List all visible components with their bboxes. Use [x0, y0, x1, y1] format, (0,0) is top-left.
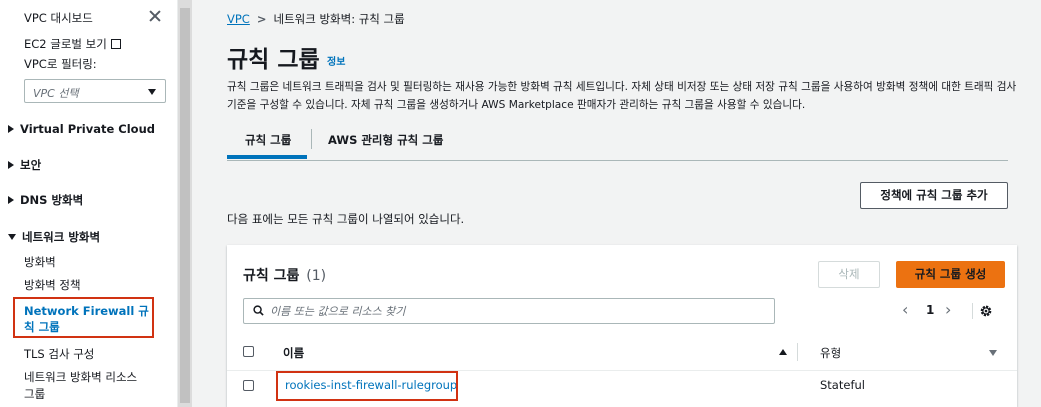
section-label: 네트워크 방화벽 [22, 230, 101, 244]
close-icon[interactable] [148, 9, 162, 23]
chevron-right-icon: > [256, 12, 267, 26]
expand-right-icon [8, 125, 14, 133]
sidebar-section-security[interactable]: 보안 [8, 157, 41, 173]
expand-down-icon [8, 234, 16, 240]
sidebar-item-ec2-global-view[interactable]: EC2 글로벌 보기 [24, 36, 121, 52]
gear-icon[interactable] [979, 304, 993, 318]
section-label: DNS 방화벽 [20, 193, 84, 207]
rule-groups-panel: 규칙 그룹 (1) 삭제 규칙 그룹 생성 ‹ 1 › 이름 유형 rookie… [227, 245, 1017, 407]
panel-title-text: 규칙 그룹 [243, 268, 300, 284]
sidebar: VPC 대시보드 EC2 글로벌 보기 VPC로 필터링: VPC 선택 Vir… [0, 0, 178, 407]
breadcrumb: VPC > 네트워크 방화벽: 규칙 그룹 [227, 11, 405, 27]
vpc-select-placeholder: VPC 선택 [33, 87, 79, 100]
page-number[interactable]: 1 [926, 303, 934, 317]
breadcrumb-link-vpc[interactable]: VPC [227, 12, 250, 26]
breadcrumb-current: 네트워크 방화벽: 규칙 그룹 [273, 12, 405, 26]
search-field[interactable] [243, 298, 775, 324]
sort-ascending-icon[interactable] [779, 349, 787, 355]
tab-divider [311, 129, 312, 149]
scrollbar-thumb[interactable] [180, 8, 190, 403]
sidebar-item-firewalls[interactable]: 방화벽 [24, 254, 56, 270]
expand-right-icon [8, 196, 14, 204]
sidebar-item-firewall-policies[interactable]: 방화벽 정책 [24, 277, 81, 293]
vpc-select-dropdown[interactable]: VPC 선택 [24, 79, 166, 103]
sidebar-section-network-firewall[interactable]: 네트워크 방화벽 [8, 229, 100, 245]
external-link-icon [110, 39, 121, 49]
section-label: 보안 [20, 158, 42, 172]
sidebar-item-tls-inspection[interactable]: TLS 검사 구성 [24, 346, 94, 362]
column-header-type[interactable]: 유형 [820, 345, 841, 361]
sidebar-item-label: EC2 글로벌 보기 [24, 37, 107, 51]
highlight-box-nav [13, 297, 154, 338]
tab-rule-groups[interactable]: 규칙 그룹 [245, 132, 291, 148]
info-link[interactable]: 정보 [327, 53, 345, 68]
sort-descending-icon[interactable] [989, 350, 997, 356]
expand-right-icon [8, 161, 14, 169]
create-rule-group-button[interactable]: 규칙 그룹 생성 [896, 261, 1005, 288]
search-input[interactable] [270, 303, 765, 319]
sidebar-item-resource-groups[interactable]: 네트워크 방화벽 리소스 그룹 [24, 369, 150, 403]
tab-aws-managed-rule-groups[interactable]: AWS 관리형 규칙 그룹 [328, 132, 443, 148]
delete-button[interactable]: 삭제 [818, 261, 880, 288]
panel-title: 규칙 그룹 (1) [243, 265, 326, 285]
page-title: 규칙 그룹 [227, 47, 320, 73]
sidebar-scrollbar[interactable] [178, 0, 192, 407]
highlight-box-row [276, 371, 458, 401]
table-header: 이름 유형 [227, 341, 1017, 365]
chevron-right-icon[interactable]: › [945, 300, 951, 319]
column-divider [797, 343, 798, 361]
pagination: ‹ 1 › [900, 300, 973, 322]
table-description: 다음 표에는 모든 규칙 그룹이 나열되어 있습니다. [227, 212, 465, 226]
panel-count: (1) [306, 268, 327, 284]
section-label: Virtual Private Cloud [20, 122, 156, 136]
row-checkbox[interactable] [243, 380, 254, 391]
active-tab-indicator [227, 155, 307, 159]
filter-by-vpc-label: VPC로 필터링: [24, 57, 97, 71]
search-icon [253, 305, 264, 316]
chevron-left-icon[interactable]: ‹ [902, 300, 908, 319]
sidebar-section-dns-firewall[interactable]: DNS 방화벽 [8, 192, 83, 208]
sidebar-section-vpc[interactable]: Virtual Private Cloud [8, 122, 155, 136]
select-all-checkbox[interactable] [243, 346, 254, 357]
add-rule-group-to-policy-button[interactable]: 정책에 규칙 그룹 추가 [860, 182, 1008, 209]
pagination-divider [972, 303, 973, 319]
page-description: 규칙 그룹은 네트워크 트래픽을 검사 및 필터링하는 재사용 가능한 방화벽 … [227, 81, 1017, 111]
tabs: 규칙 그룹 AWS 관리형 규칙 그룹 [227, 129, 1008, 161]
column-header-name[interactable]: 이름 [283, 345, 304, 361]
rule-group-type: Stateful [820, 378, 865, 392]
caret-down-icon [148, 89, 156, 95]
sidebar-item-vpc-dashboard[interactable]: VPC 대시보드 [24, 10, 93, 26]
